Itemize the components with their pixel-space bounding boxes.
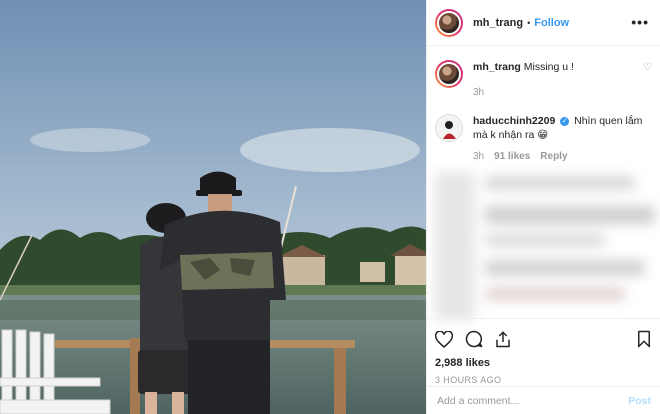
add-comment-input[interactable] xyxy=(437,394,629,407)
post-side-panel: mh_trang • Follow ••• mh_trang Missing u… xyxy=(426,0,660,414)
post-comment-button[interactable]: Post xyxy=(628,395,651,407)
commenter-username[interactable]: haducchinh2209 xyxy=(473,115,555,127)
caption-age[interactable]: 3h xyxy=(473,86,484,100)
comment-composer: Post xyxy=(427,386,660,414)
share-icon[interactable] xyxy=(495,330,511,348)
post-timestamp[interactable]: 3 HOURS AGO xyxy=(435,375,651,385)
author-username[interactable]: mh_trang xyxy=(473,17,523,29)
instagram-post: mh_trang • Follow ••• mh_trang Missing u… xyxy=(0,0,660,414)
heart-icon[interactable] xyxy=(435,330,453,348)
comment-like-icon[interactable]: ♡ xyxy=(643,62,652,73)
post-header: mh_trang • Follow ••• xyxy=(427,0,660,46)
caption-avatar[interactable] xyxy=(435,60,463,88)
couple-by-lake-image xyxy=(0,0,426,414)
caption: mh_trang Missing u ! 3h xyxy=(427,60,660,100)
author-avatar[interactable] xyxy=(435,8,463,37)
comment-age[interactable]: 3h xyxy=(473,150,484,164)
blurred-comments xyxy=(435,172,655,320)
commenter-avatar-image xyxy=(436,115,462,141)
likes-count[interactable]: 2,988 likes xyxy=(435,357,651,369)
caption-username[interactable]: mh_trang xyxy=(473,61,521,73)
comment-icon[interactable] xyxy=(465,330,483,348)
post-photo[interactable] xyxy=(0,0,426,414)
reply-button[interactable]: Reply xyxy=(540,150,567,164)
post-actions: 2,988 likes 3 HOURS AGO xyxy=(427,318,660,385)
separator-dot: • xyxy=(527,17,531,28)
commenter-avatar[interactable] xyxy=(435,114,463,142)
bookmark-icon[interactable] xyxy=(637,330,651,348)
comment-likes[interactable]: 91 likes xyxy=(494,150,530,164)
comments-list: mh_trang Missing u ! 3h haducchinh2209 ✓… xyxy=(427,60,660,164)
comment-item: haducchinh2209 ✓ Nhìn quen lắm mà k nhận… xyxy=(427,114,660,164)
follow-button[interactable]: Follow xyxy=(534,17,569,29)
verified-badge-icon: ✓ xyxy=(560,116,570,126)
caption-text: Missing u ! xyxy=(523,61,574,73)
more-options-icon[interactable]: ••• xyxy=(631,14,649,30)
